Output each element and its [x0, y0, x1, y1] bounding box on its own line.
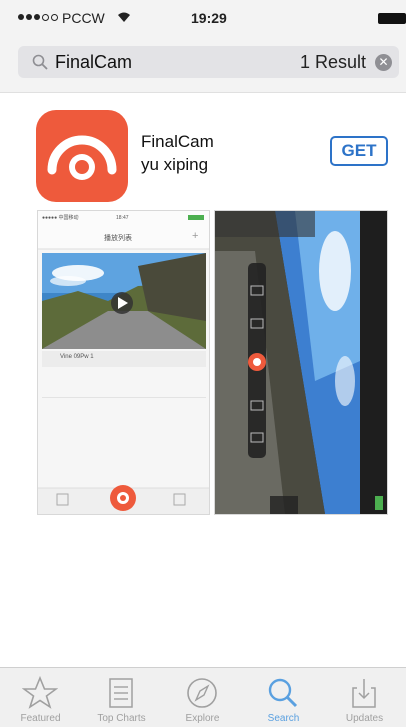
search-input[interactable]: FinalCam 1 Result ✕	[18, 46, 399, 78]
battery-icon	[378, 13, 406, 24]
app-screenshot-1[interactable]: ●●●●● 中国移动 18:47 + 播放列表 Vine 09Pw 1	[38, 211, 209, 514]
developer-name: yu xiping	[141, 155, 209, 174]
app-screenshot-2[interactable]	[215, 211, 387, 514]
wifi-icon	[117, 11, 131, 26]
tab-label: Explore	[185, 713, 220, 724]
svg-text:18:47: 18:47	[116, 215, 129, 221]
signal-strength-icon	[18, 14, 58, 21]
download-tray-icon	[352, 679, 376, 708]
search-icon	[268, 678, 298, 708]
tab-label: Search	[267, 713, 300, 724]
tab-label: Featured	[20, 713, 61, 724]
tab-bar: Featured Top Charts Explore Search Updat…	[0, 667, 406, 727]
search-query: FinalCam	[55, 52, 133, 72]
search-icon	[32, 54, 48, 70]
camera-lens-icon	[47, 135, 117, 180]
app-icon[interactable]	[36, 110, 128, 202]
clock: 19:29	[191, 10, 227, 26]
app-name[interactable]: FinalCam	[141, 132, 214, 152]
carrier-name: PCCW	[62, 10, 105, 26]
svg-text:+: +	[192, 230, 198, 242]
tab-search[interactable]: Search	[243, 668, 324, 727]
tab-featured[interactable]: Featured	[0, 668, 81, 727]
search-bar: FinalCam 1 Result ✕	[0, 36, 406, 93]
star-icon	[22, 676, 58, 709]
tab-top-charts[interactable]: Top Charts	[81, 668, 162, 727]
tab-label: Updates	[345, 713, 384, 724]
clear-search-button[interactable]: ✕	[375, 54, 392, 71]
get-button[interactable]: GET	[330, 136, 388, 166]
result-count: 1 Result	[299, 52, 366, 72]
compass-icon	[187, 678, 217, 708]
tab-updates[interactable]: Updates	[324, 668, 405, 727]
status-bar: PCCW 19:29	[0, 0, 406, 36]
tab-label: Top Charts	[97, 713, 146, 724]
svg-text:●●●●● 中国移动: ●●●●● 中国移动	[42, 214, 79, 221]
screenshot-header-title: 播放列表	[104, 235, 132, 242]
clip-label: Vine 09Pw 1	[60, 354, 94, 360]
tab-explore[interactable]: Explore	[162, 668, 243, 727]
list-icon	[109, 678, 133, 708]
